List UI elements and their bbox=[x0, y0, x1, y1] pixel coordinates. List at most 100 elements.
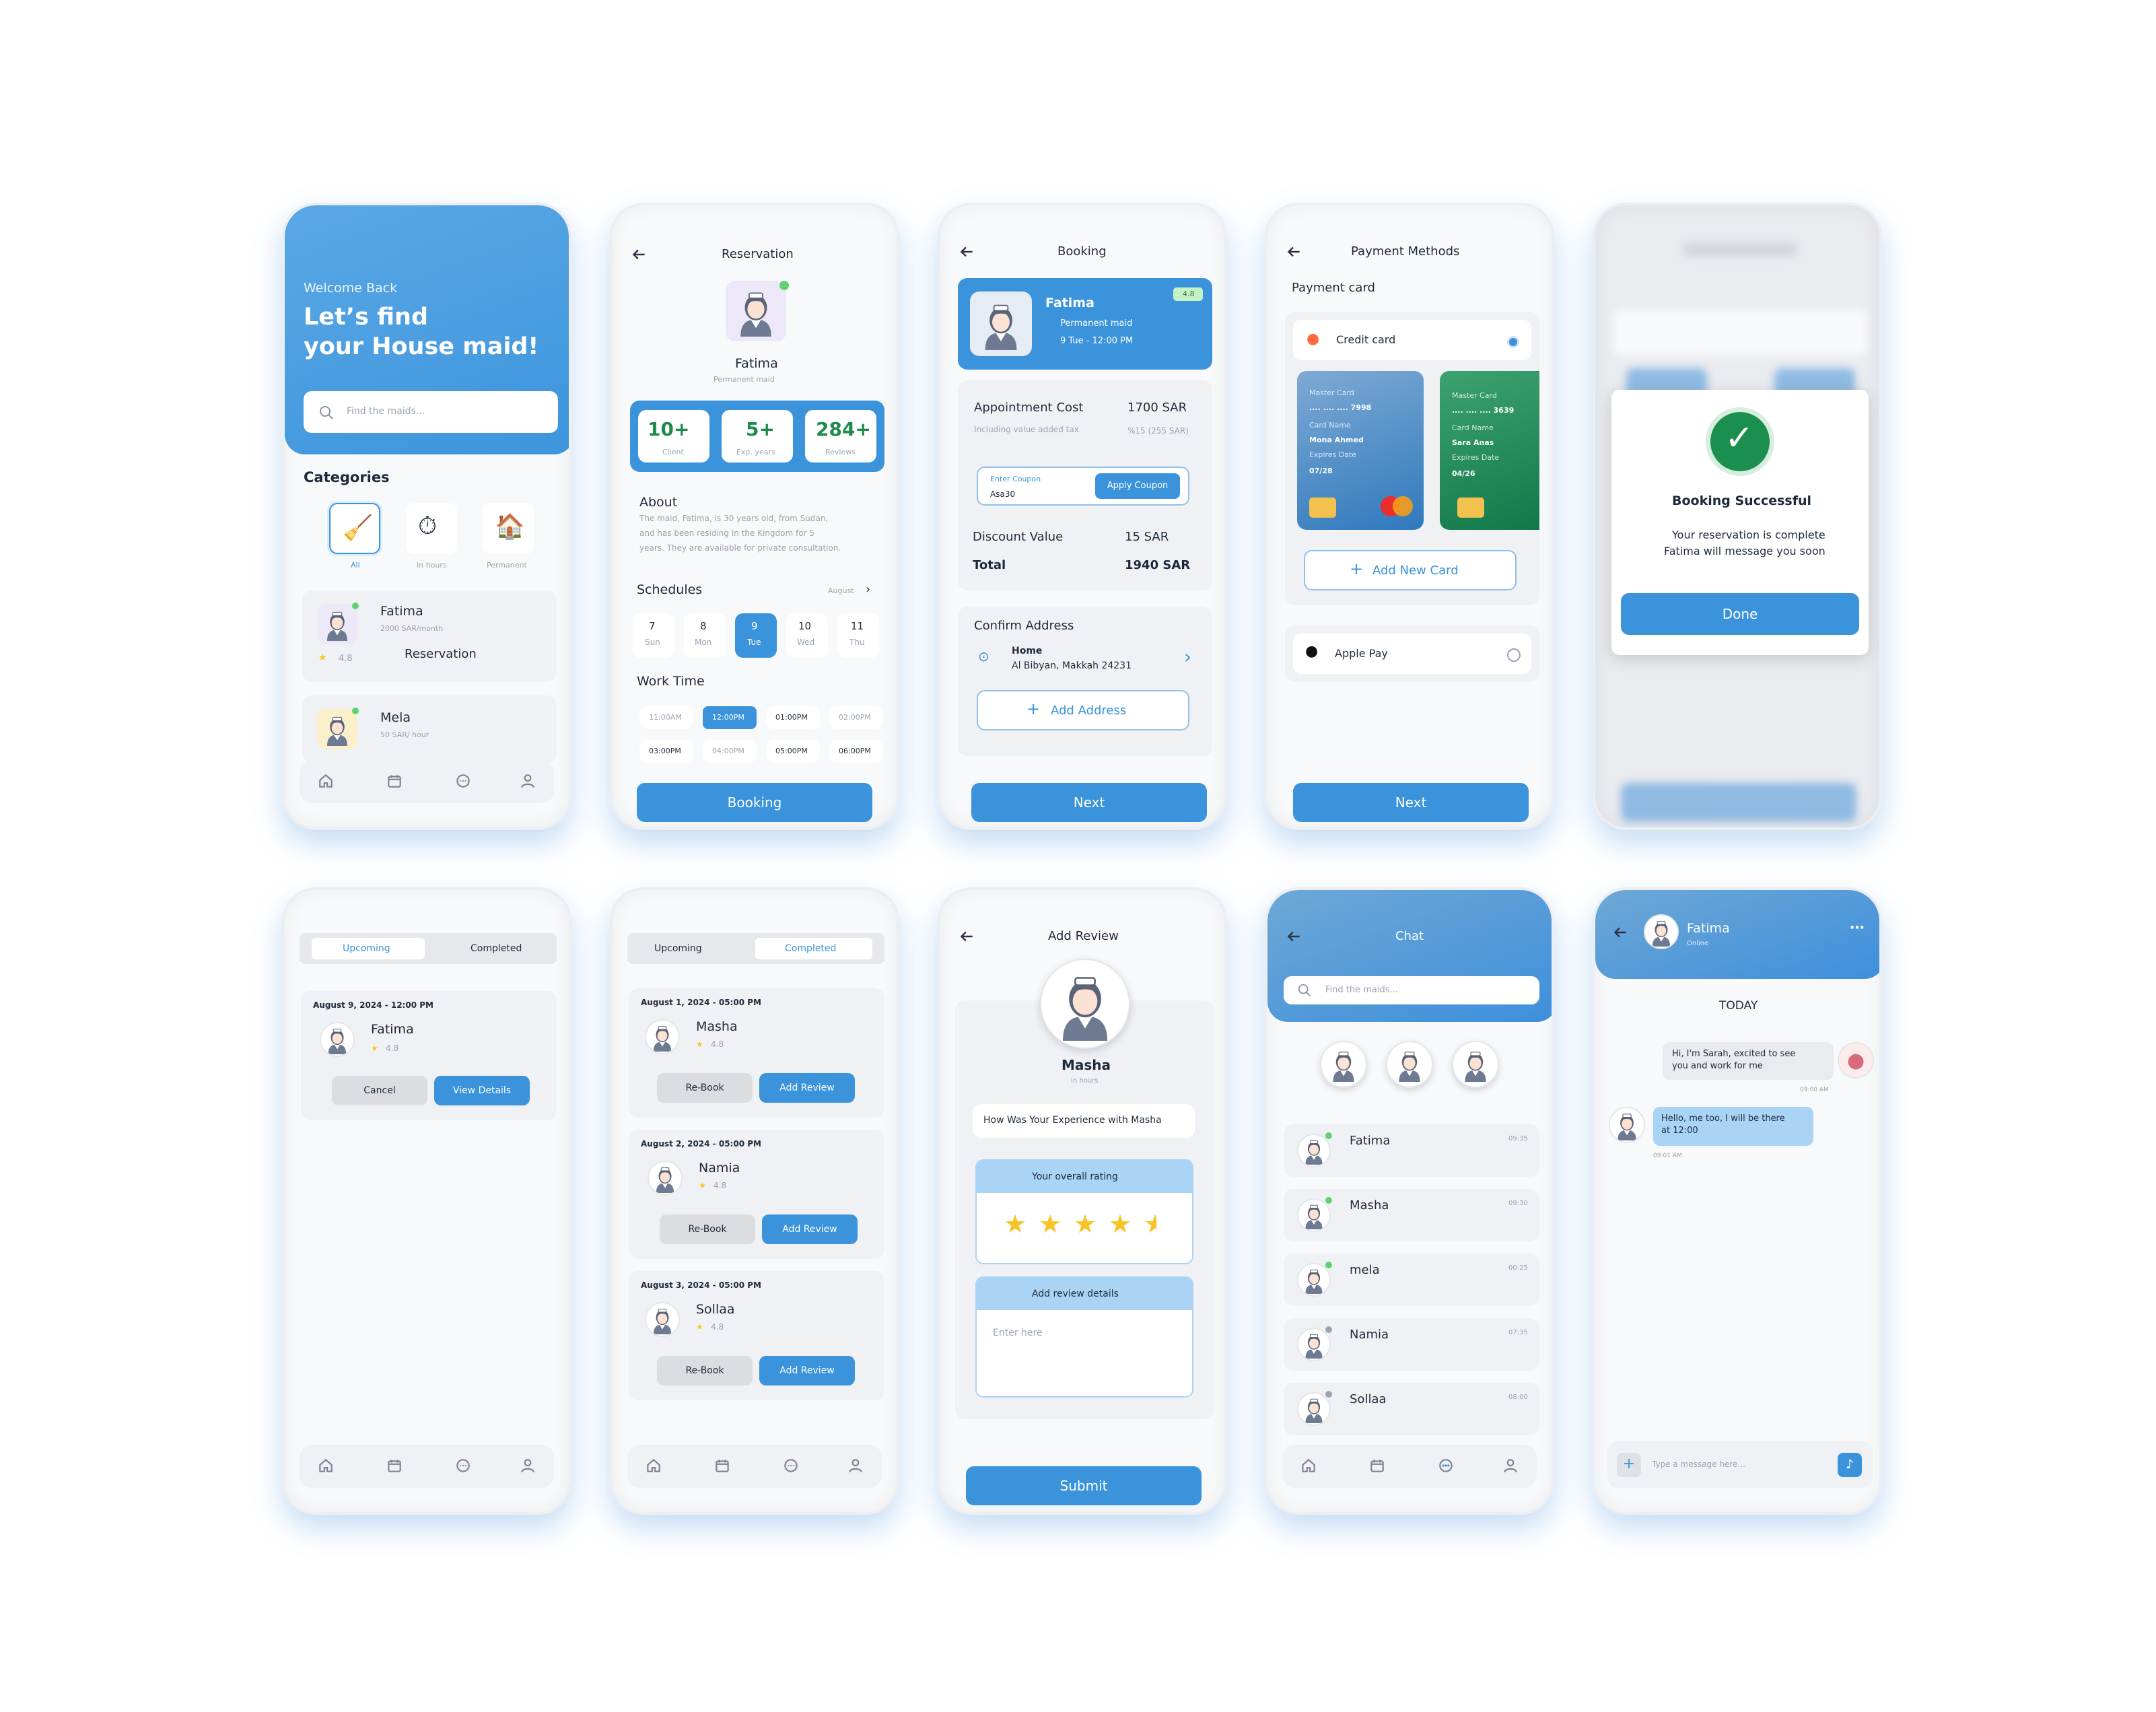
time-slot[interactable]: 11:00AM bbox=[639, 706, 693, 729]
tab-completed[interactable]: Completed bbox=[471, 943, 522, 954]
time-slot[interactable]: 05:00PM bbox=[766, 740, 820, 763]
back-arrow-icon[interactable] bbox=[1611, 924, 1629, 941]
add-review-button[interactable]: Add Review bbox=[762, 1214, 858, 1244]
message-line: Hi, I'm Sarah, excited to see bbox=[1672, 1049, 1796, 1059]
coupon-field[interactable]: Enter Coupon Asa30 Apply Coupon bbox=[977, 467, 1189, 506]
star-icon: ★ bbox=[696, 1039, 703, 1049]
profile-tab[interactable] bbox=[516, 769, 539, 792]
add-new-card-button[interactable]: + Add New Card bbox=[1304, 550, 1517, 590]
saved-card-2[interactable]: Master Card .... .... .... 3639 Card Nam… bbox=[1440, 371, 1539, 530]
category-permanent[interactable]: 🏠 bbox=[483, 503, 534, 554]
message-input[interactable]: Type a message here... bbox=[1652, 1460, 1745, 1469]
search-input[interactable]: Find the maids... bbox=[1284, 976, 1539, 1004]
apply-coupon-button[interactable]: Apply Coupon bbox=[1095, 473, 1180, 499]
profile-tab[interactable] bbox=[516, 1454, 539, 1477]
story-avatar[interactable] bbox=[1452, 1041, 1499, 1088]
maid-card-mela[interactable]: Mela 50 SAR/ hour bbox=[302, 695, 557, 763]
maid-card-fatima[interactable]: Fatima 2000 SAR/month ★ 4.8 Reservation bbox=[302, 590, 557, 682]
chat-item[interactable]: Namia 07:35 bbox=[1284, 1318, 1539, 1371]
next-button[interactable]: Next bbox=[971, 783, 1207, 822]
radio-selected[interactable] bbox=[1507, 336, 1519, 348]
chevron-right-icon[interactable]: › bbox=[866, 582, 870, 596]
half-star-icon[interactable]: ★ bbox=[1144, 1209, 1156, 1239]
submit-button[interactable]: Submit bbox=[966, 1466, 1202, 1505]
category-in-hours[interactable]: ⏱ bbox=[406, 503, 457, 554]
calendar-tab[interactable] bbox=[383, 769, 406, 792]
chevron-right-icon[interactable]: › bbox=[1184, 646, 1191, 668]
view-details-button[interactable]: View Details bbox=[434, 1076, 530, 1105]
time-slot[interactable]: 02:00PM bbox=[829, 706, 883, 729]
cancel-button[interactable]: Cancel bbox=[332, 1076, 427, 1105]
day-7[interactable]: 7 Sun bbox=[633, 613, 674, 658]
category-all[interactable]: 🧹 bbox=[329, 503, 380, 554]
time-slot[interactable]: 03:00PM bbox=[639, 740, 693, 763]
review-textarea[interactable]: Enter here bbox=[993, 1328, 1043, 1338]
rebook-button[interactable]: Re-Book bbox=[657, 1356, 753, 1385]
chat-tab[interactable] bbox=[452, 1454, 475, 1477]
reservation-link[interactable]: Reservation bbox=[405, 647, 477, 661]
back-arrow-icon[interactable] bbox=[1285, 243, 1302, 261]
credit-card-option[interactable]: ● Credit card bbox=[1293, 320, 1531, 360]
story-avatar[interactable] bbox=[1386, 1041, 1433, 1088]
chat-list-screen: Chat Find the maids... Fatima 09:35 Mash… bbox=[1265, 887, 1554, 1515]
month-selector[interactable]: August bbox=[828, 586, 854, 595]
next-button[interactable]: Next bbox=[1293, 783, 1529, 822]
profile-tab[interactable] bbox=[844, 1454, 867, 1477]
home-tab[interactable] bbox=[1297, 1454, 1320, 1477]
radio-unselected[interactable] bbox=[1507, 648, 1521, 662]
day-8[interactable]: 8 Mon bbox=[684, 613, 726, 658]
tab-upcoming[interactable]: Upcoming bbox=[312, 938, 425, 959]
maid-icon bbox=[1392, 1047, 1427, 1082]
add-review-button[interactable]: Add Review bbox=[759, 1356, 855, 1385]
maid-summary-card: Fatima Permanent maid 9 Tue - 12:00 PM 4… bbox=[958, 278, 1212, 370]
day-11[interactable]: 11 Thu bbox=[837, 613, 879, 658]
star-icon[interactable]: ★ bbox=[1004, 1209, 1027, 1239]
day-9-selected[interactable]: 9 Tue bbox=[735, 613, 777, 658]
apple-pay-option[interactable]: ● Apple Pay bbox=[1293, 634, 1531, 674]
time-slot[interactable]: 01:00PM bbox=[766, 706, 820, 729]
star-icon[interactable]: ★ bbox=[1039, 1209, 1062, 1239]
chat-item[interactable]: mela 00:25 bbox=[1284, 1254, 1539, 1306]
done-button[interactable]: Done bbox=[1621, 593, 1859, 635]
chat-item[interactable]: Sollaa 08:00 bbox=[1284, 1383, 1539, 1435]
more-options-icon[interactable]: ⋯ bbox=[1850, 920, 1865, 936]
time-slot[interactable]: 04:00PM bbox=[703, 740, 757, 763]
star-icon[interactable]: ★ bbox=[1074, 1209, 1097, 1239]
maid-icon bbox=[322, 1025, 352, 1054]
profile-tab[interactable] bbox=[1499, 1454, 1522, 1477]
rebook-button[interactable]: Re-Book bbox=[660, 1214, 755, 1244]
time-slot[interactable]: 06:00PM bbox=[829, 740, 883, 763]
tab-upcoming[interactable]: Upcoming bbox=[654, 943, 702, 954]
back-arrow-icon[interactable] bbox=[958, 928, 975, 945]
home-tab[interactable] bbox=[314, 769, 337, 792]
back-arrow-icon[interactable] bbox=[630, 246, 648, 263]
chat-tab[interactable] bbox=[779, 1454, 802, 1477]
time-slot-selected[interactable]: 12:00PM bbox=[703, 706, 757, 729]
search-input[interactable]: Find the maids... bbox=[304, 391, 558, 433]
total-label: Total bbox=[973, 558, 1006, 572]
home-tab[interactable] bbox=[314, 1454, 337, 1477]
calendar-tab[interactable] bbox=[383, 1454, 406, 1477]
address-line: Al Bibyan, Makkah 24231 bbox=[1012, 660, 1132, 671]
saved-card-1[interactable]: Master Card .... .... .... 7998 Card Nam… bbox=[1297, 371, 1424, 530]
calendar-tab[interactable] bbox=[711, 1454, 734, 1477]
chat-tab[interactable] bbox=[452, 769, 475, 792]
day-10[interactable]: 10 Wed bbox=[786, 613, 828, 658]
calendar-tab[interactable] bbox=[1366, 1454, 1389, 1477]
chat-tab[interactable] bbox=[1434, 1454, 1457, 1477]
add-review-button[interactable]: Add Review bbox=[759, 1073, 855, 1103]
star-icon[interactable]: ★ bbox=[1109, 1209, 1132, 1239]
card-exp: 04/26 bbox=[1452, 469, 1475, 478]
rebook-button[interactable]: Re-Book bbox=[657, 1073, 753, 1103]
chat-item[interactable]: Fatima 09:35 bbox=[1284, 1124, 1539, 1177]
add-address-button[interactable]: + Add Address bbox=[977, 690, 1189, 730]
chat-item[interactable]: Masha 09:30 bbox=[1284, 1189, 1539, 1241]
tab-completed[interactable]: Completed bbox=[755, 938, 872, 959]
booking-button[interactable]: Booking bbox=[637, 783, 872, 822]
home-tab[interactable] bbox=[642, 1454, 665, 1477]
attach-button[interactable]: + bbox=[1617, 1453, 1641, 1477]
microphone-icon[interactable]: ♪ bbox=[1838, 1453, 1862, 1477]
story-avatar[interactable] bbox=[1320, 1041, 1367, 1088]
back-arrow-icon[interactable] bbox=[958, 243, 975, 261]
back-arrow-icon[interactable] bbox=[1285, 928, 1302, 945]
